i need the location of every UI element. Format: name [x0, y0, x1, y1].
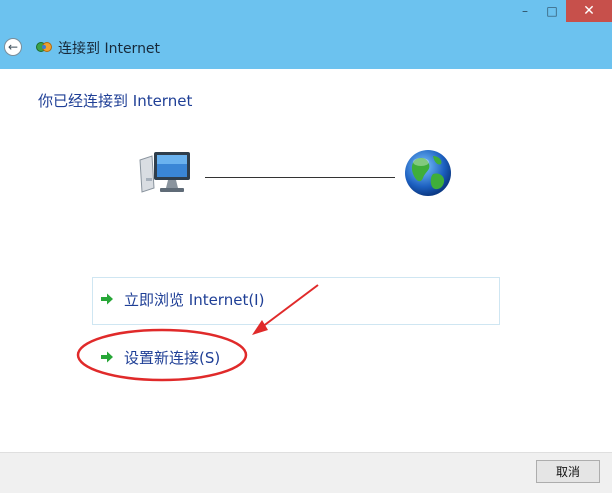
network-connection-icon: [36, 42, 52, 52]
green-arrow-icon: [101, 351, 113, 363]
setup-new-connection-label: 设置新连接(S): [124, 348, 221, 367]
browse-internet-label: 立即浏览 Internet(I): [124, 290, 265, 309]
globe-icon: [405, 150, 451, 196]
window-title: 连接到 Internet: [58, 41, 161, 57]
maximize-button[interactable]: □: [538, 0, 566, 22]
annotation-overlay: [76, 284, 319, 382]
setup-new-connection-link[interactable]: 设置新连接(S): [100, 346, 220, 368]
page-heading: 你已经连接到 Internet: [38, 92, 193, 110]
footer-bar: [0, 452, 612, 493]
cancel-button[interactable]: 取消: [536, 460, 600, 483]
close-button[interactable]: ✕: [566, 0, 612, 22]
back-arrow-icon: ←: [7, 40, 19, 54]
minimize-button[interactable]: –: [512, 0, 538, 22]
green-arrow-icon: [101, 293, 113, 305]
connection-line: [205, 177, 395, 178]
browse-internet-link[interactable]: 立即浏览 Internet(I): [100, 288, 264, 310]
computer-icon: [139, 152, 190, 193]
back-button[interactable]: ←: [4, 38, 22, 56]
